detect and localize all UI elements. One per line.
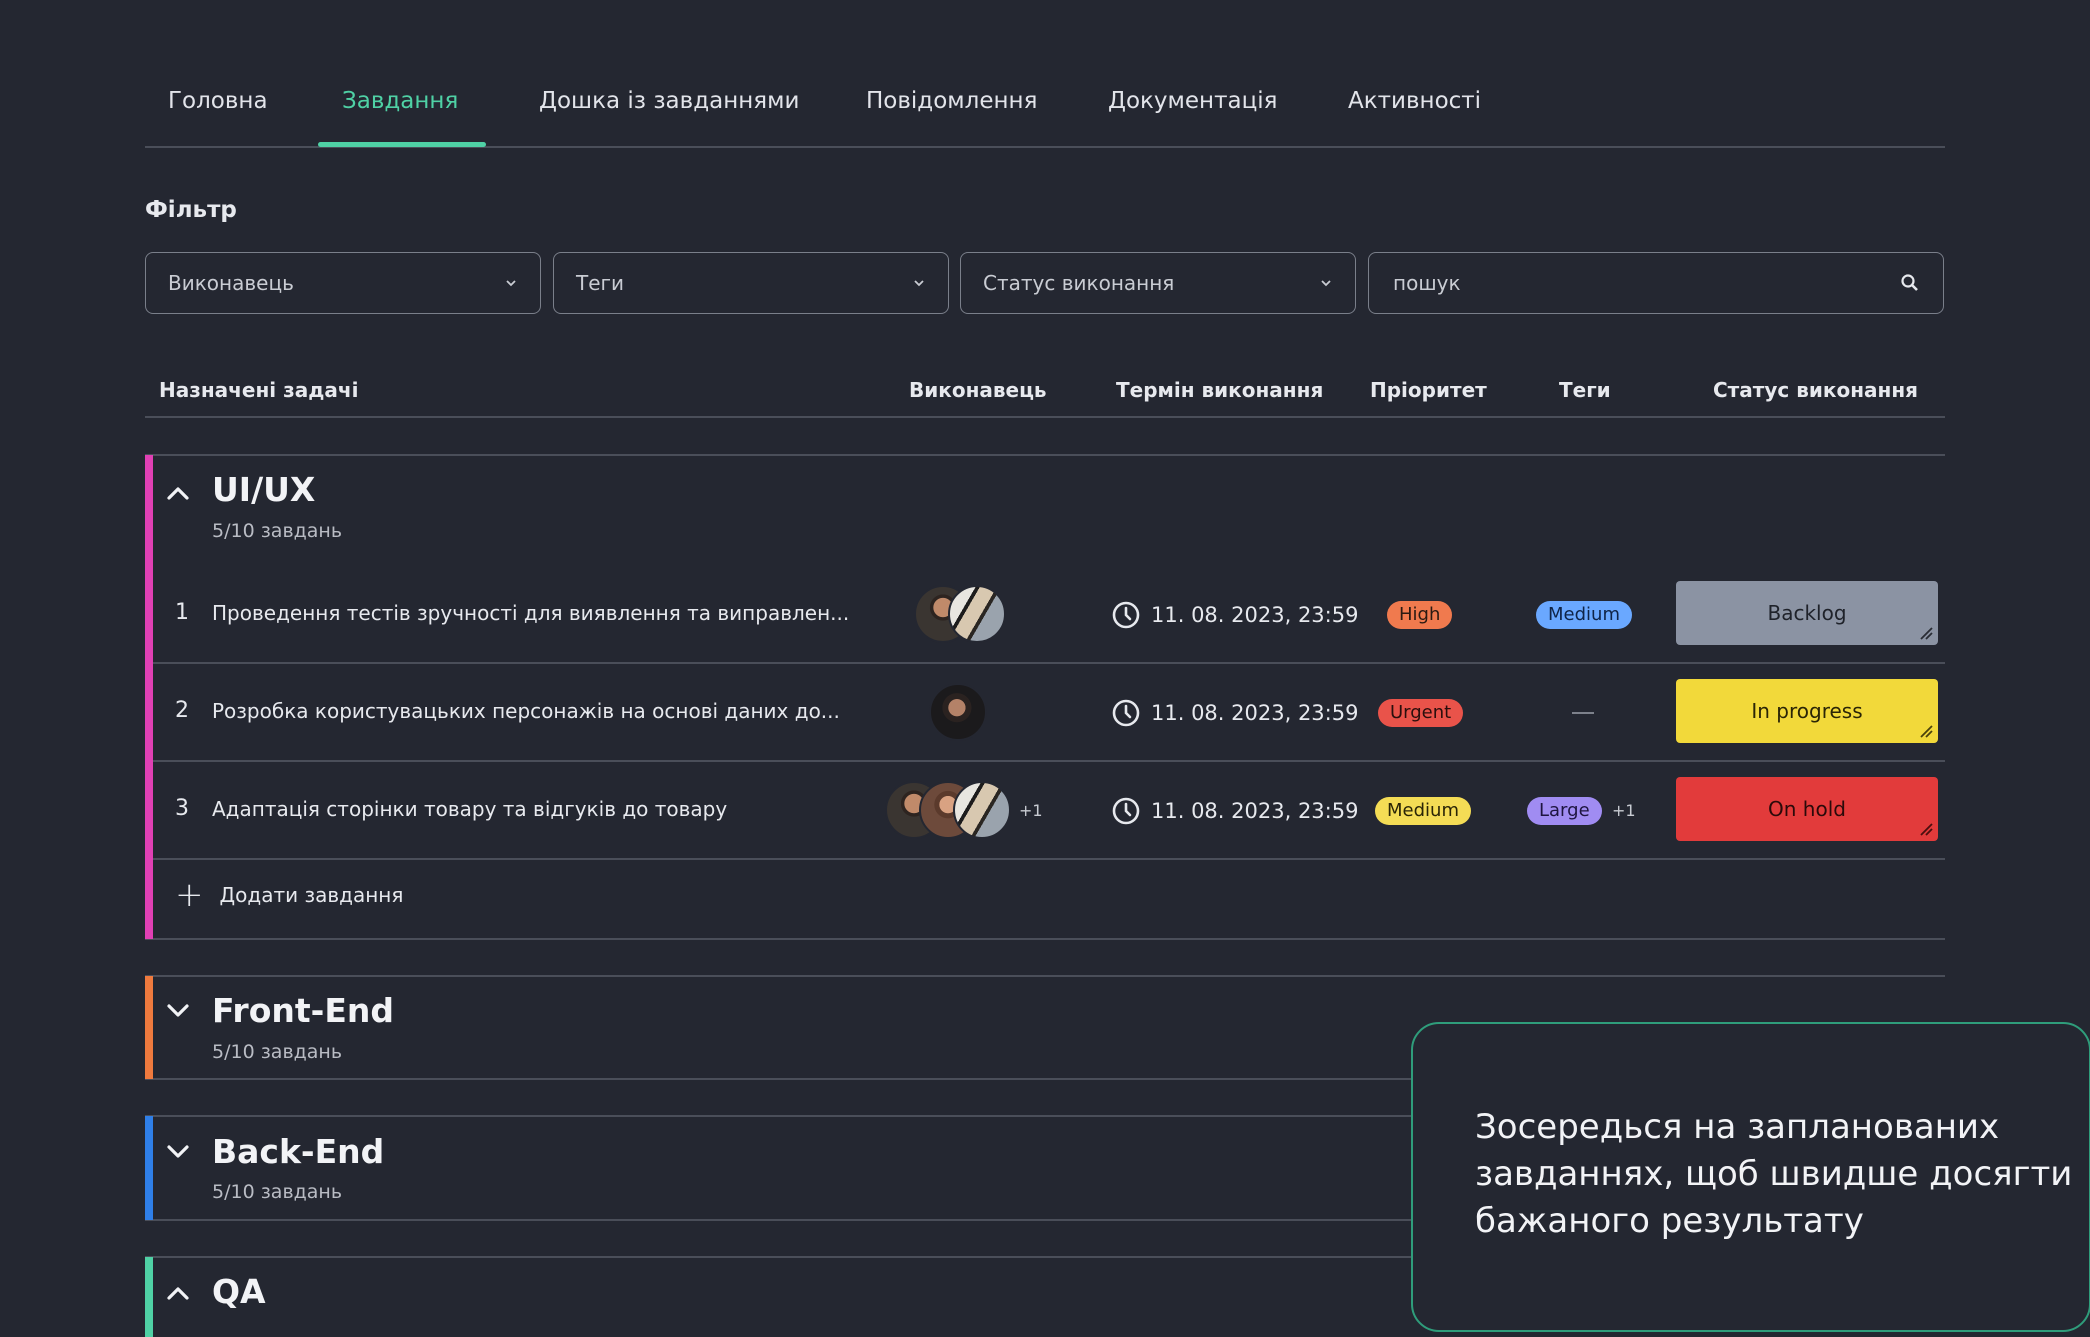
group-task-count: 5/10 завдань	[212, 1181, 343, 1203]
group-title: QA	[212, 1272, 266, 1311]
tag-badge: Medium	[1536, 601, 1632, 629]
task-row[interactable]: 2 Розробка користувацьких персонажів на …	[153, 664, 1945, 762]
chevron-down-icon[interactable]	[165, 1001, 191, 1019]
tab-home[interactable]: Головна	[168, 88, 268, 114]
tab-task-board[interactable]: Дошка із завданнями	[539, 88, 799, 114]
promo-card: Зосередься на запланованих завданнях, що…	[1411, 1022, 2090, 1332]
status-filter-label: Статус виконання	[983, 271, 1175, 295]
task-row[interactable]: 3 Адаптація сторінки товару та відгуків …	[153, 762, 1945, 860]
clock-icon	[1112, 797, 1140, 825]
chevron-down-icon	[506, 280, 516, 287]
status-label: On hold	[1768, 797, 1846, 821]
priority-badge: Medium	[1375, 797, 1471, 825]
task-row[interactable]: 1 Проведення тестів зручності для виявле…	[153, 566, 1945, 664]
column-header-due: Термін виконання	[1116, 378, 1324, 402]
resize-grip-icon	[1920, 823, 1933, 836]
due-date-text: 11. 08. 2023, 23:59	[1151, 603, 1359, 627]
chevron-up-icon[interactable]	[165, 1284, 191, 1302]
group-title: Front-End	[212, 991, 394, 1030]
status-label: In progress	[1751, 699, 1863, 723]
task-title[interactable]: Проведення тестів зручності для виявленн…	[212, 601, 849, 625]
table-header: Назначені задачі Виконавець Термін викон…	[145, 360, 1945, 418]
plus-icon: +	[175, 875, 204, 915]
tag-badge: Large	[1527, 797, 1602, 825]
extra-assignees-count: +1	[1019, 800, 1043, 820]
due-date-text: 11. 08. 2023, 23:59	[1151, 799, 1359, 823]
chevron-up-icon[interactable]	[165, 484, 191, 502]
due-date-text: 11. 08. 2023, 23:59	[1151, 701, 1359, 725]
group-color-bar	[145, 455, 153, 939]
group-color-bar	[145, 976, 153, 1079]
column-header-tags: Теги	[1559, 378, 1611, 402]
assignee-avatars[interactable]	[914, 585, 1006, 643]
due-date: 11. 08. 2023, 23:59	[1111, 796, 1358, 826]
avatar	[948, 585, 1006, 643]
group-color-bar	[145, 1257, 153, 1337]
task-group-uiux: UI/UX 5/10 завдань 1 Проведення тестів з…	[145, 454, 1945, 940]
search-input[interactable]	[1391, 270, 1899, 296]
column-header-tasks: Назначені задачі	[159, 378, 359, 402]
tab-tasks[interactable]: Завдання	[342, 88, 458, 114]
due-date: 11. 08. 2023, 23:59	[1111, 600, 1358, 630]
assignee-filter-label: Виконавець	[168, 271, 294, 295]
search-icon[interactable]	[1899, 272, 1921, 294]
chevron-down-icon	[1321, 280, 1331, 287]
status-dropdown[interactable]: Backlog	[1676, 581, 1938, 645]
column-header-priority: Пріоритет	[1370, 378, 1487, 402]
column-header-assignee: Виконавець	[909, 378, 1047, 402]
avatar	[929, 683, 987, 741]
active-tab-indicator	[318, 142, 486, 147]
clock-icon	[1112, 601, 1140, 629]
status-filter-select[interactable]: Статус виконання	[960, 252, 1356, 314]
tab-activities[interactable]: Активності	[1348, 88, 1481, 114]
task-number: 2	[175, 698, 189, 723]
status-label: Backlog	[1767, 601, 1847, 625]
assignee-avatars[interactable]	[929, 683, 987, 741]
task-title[interactable]: Адаптація сторінки товару та відгуків до…	[212, 797, 727, 821]
tags-filter-select[interactable]: Теги	[553, 252, 949, 314]
tab-messages[interactable]: Повідомлення	[866, 88, 1037, 114]
group-task-count: 5/10 завдань	[212, 520, 343, 542]
chevron-down-icon[interactable]	[165, 1142, 191, 1160]
group-title: UI/UX	[212, 470, 316, 509]
tab-bar: Головна Завдання Дошка із завданнями Пов…	[145, 0, 1945, 148]
priority-badge: Urgent	[1378, 699, 1464, 727]
clock-icon	[1112, 699, 1140, 727]
assignee-filter-select[interactable]: Виконавець	[145, 252, 541, 314]
priority-badge: High	[1387, 601, 1453, 629]
resize-grip-icon	[1920, 627, 1933, 640]
chevron-down-icon	[914, 280, 924, 287]
task-title[interactable]: Розробка користувацьких персонажів на ос…	[212, 699, 840, 723]
resize-grip-icon	[1920, 725, 1933, 738]
column-header-status: Статус виконання	[1713, 378, 1918, 402]
filter-title: Фільтр	[145, 197, 237, 223]
no-tags-dash	[1572, 712, 1594, 714]
status-dropdown[interactable]: In progress	[1676, 679, 1938, 743]
task-number: 1	[175, 600, 189, 625]
avatar	[953, 781, 1011, 839]
add-task-label: Додати завдання	[219, 883, 404, 907]
task-number: 3	[175, 796, 189, 821]
status-dropdown[interactable]: On hold	[1676, 777, 1938, 841]
assignee-avatars[interactable]: +1	[885, 781, 1043, 839]
tags-filter-label: Теги	[576, 271, 625, 295]
promo-text: Зосередься на запланованих завданнях, що…	[1475, 1107, 2073, 1241]
group-color-bar	[145, 1116, 153, 1220]
group-title: Back-End	[212, 1132, 385, 1171]
add-task-button[interactable]: + Додати завдання	[175, 875, 404, 915]
group-task-count: 5/10 завдань	[212, 1041, 343, 1063]
tab-documentation[interactable]: Документація	[1108, 88, 1277, 114]
extra-tags-count: +1	[1612, 801, 1636, 820]
search-box	[1368, 252, 1944, 314]
due-date: 11. 08. 2023, 23:59	[1111, 698, 1358, 728]
